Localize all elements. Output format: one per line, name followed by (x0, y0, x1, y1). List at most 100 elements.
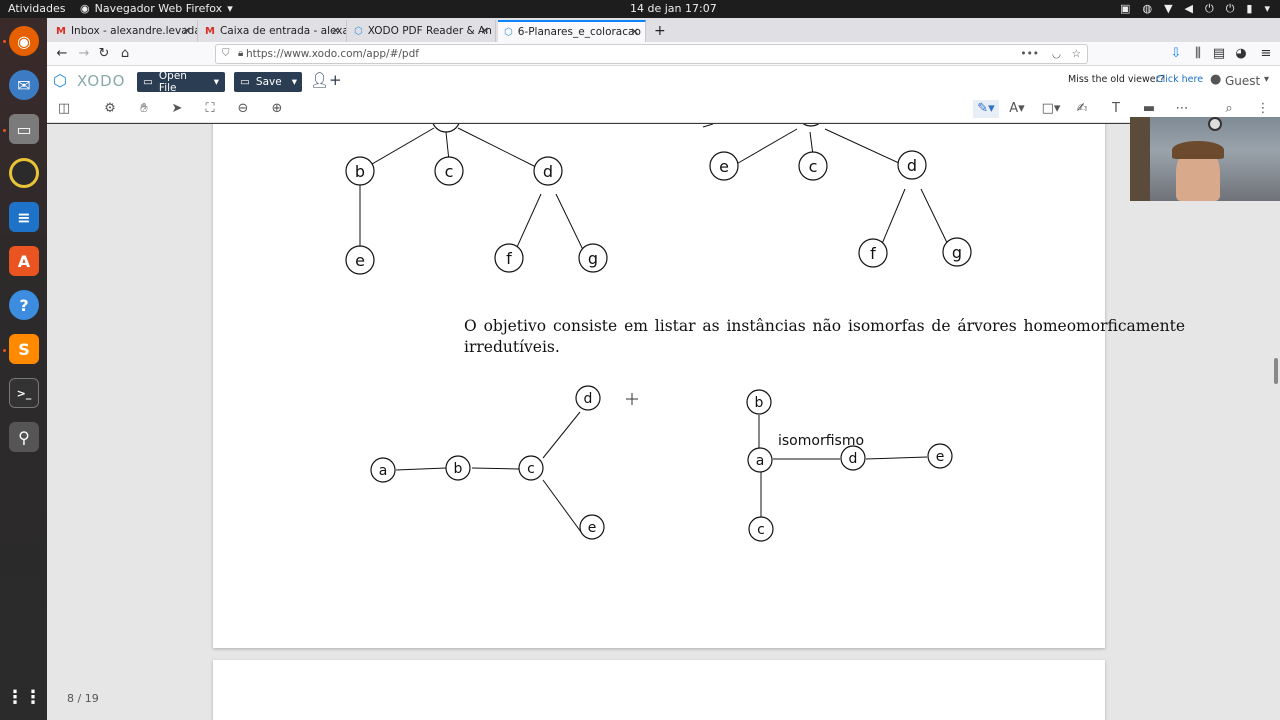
tree2-label-f: f (870, 244, 876, 263)
bookmark-star-icon[interactable]: ☆ (1072, 45, 1081, 63)
close-icon[interactable]: ✕ (481, 26, 489, 37)
graph2-label-e: e (936, 449, 945, 465)
comment-icon[interactable]: ▬ (1140, 100, 1158, 118)
add-user-icon[interactable]: 👤︎+ (310, 71, 342, 89)
new-tab-button[interactable]: + (648, 20, 670, 42)
pen-annotate-icon[interactable]: ✎▾ (973, 100, 999, 118)
running-indicator (3, 40, 6, 43)
webcam-hair (1172, 141, 1224, 159)
files-icon[interactable]: ▭ (9, 114, 39, 144)
volume-icon[interactable]: ◀ (1185, 2, 1193, 16)
close-icon[interactable]: ✕ (631, 27, 639, 38)
hand-pan-icon[interactable]: ✋︎ (135, 100, 153, 118)
account-icon[interactable]: ◕ (1232, 45, 1250, 63)
tab-xodo-reader[interactable]: ⬡ XODO PDF Reader & An ✕ (348, 20, 496, 42)
tab-caixa[interactable]: M Caixa de entrada - alexa ✕ (199, 20, 347, 42)
library-icon[interactable]: ⫼ (1189, 45, 1207, 63)
xodo-header: ⬡ XODO ▭ Open File ▾ ▭ Save ▾ 👤︎+ Miss t… (47, 66, 1280, 96)
guest-avatar-icon[interactable]: ● (1210, 72, 1221, 87)
click-here-link[interactable]: Click here (1156, 74, 1203, 85)
search-icon[interactable]: ⌕ (1220, 100, 1238, 118)
guest-menu[interactable]: Guest (1225, 74, 1260, 88)
rhythmbox-icon[interactable] (9, 158, 39, 188)
network-tray-icon[interactable]: ◍ (1142, 2, 1152, 16)
sublime-icon[interactable]: S (9, 334, 39, 364)
save-button[interactable]: ▭ Save ▾ (234, 72, 302, 92)
graph1-label-a: a (379, 463, 388, 479)
power-icon[interactable]: ⏻ (1205, 2, 1214, 16)
home-icon[interactable]: ⌂ (116, 45, 134, 63)
reload-icon[interactable]: ↻ (95, 45, 113, 63)
tree1-label-b: b (355, 162, 365, 181)
close-icon[interactable]: ✕ (332, 26, 340, 37)
chevron-down-icon[interactable]: ▾ (214, 76, 219, 88)
forward-arrow-icon[interactable]: → (75, 45, 93, 63)
activities-button[interactable]: Atividades (8, 2, 65, 15)
chevron-down-icon: ▾ (227, 2, 233, 15)
url-text: https://www.xodo.com/app/#/pdf (246, 48, 419, 60)
marquee-select-icon[interactable]: ⛶ (201, 100, 219, 118)
hamburger-menu-icon[interactable]: ≡ (1257, 45, 1275, 63)
software-center-icon[interactable]: A (9, 246, 39, 276)
usb-icon[interactable]: ⚲ (9, 422, 39, 452)
tree2-label-c: c (809, 157, 818, 176)
pocket-icon[interactable]: ◡ (1052, 45, 1061, 63)
more-icon[interactable]: ⋯ (1173, 100, 1191, 118)
running-indicator (3, 349, 6, 352)
back-arrow-icon[interactable]: ← (53, 45, 71, 63)
text-style-icon[interactable]: A▾ (1005, 100, 1029, 118)
terminal-icon[interactable]: >_ (9, 378, 39, 408)
select-pointer-icon[interactable]: ➤ (168, 100, 186, 118)
wifi-icon[interactable]: ▼ (1164, 2, 1172, 16)
firefox-icon[interactable]: ◉ (9, 26, 39, 56)
system-tray[interactable]: ▣ ◍ ▼ ◀ ⏻ ⏻ ▮ ▾ (1120, 2, 1270, 16)
xodo-icon: ⬡ (504, 26, 513, 38)
open-file-button[interactable]: ▭ Open File ▾ (137, 70, 225, 94)
download-icon[interactable]: ⇩ (1167, 45, 1185, 63)
nav-bar: ← → ↻ ⌂ ⛉ 🔒︎ https://www.xodo.com/app/#/… (47, 42, 1280, 66)
graph1-label-d: d (584, 391, 593, 407)
shape-icon[interactable]: □▾ (1039, 100, 1063, 118)
tree2-label-e: e (719, 157, 729, 176)
clock[interactable]: 14 de jan 17:07 (630, 2, 717, 15)
webcam-clock (1208, 117, 1222, 131)
apps-grid-icon[interactable]: ⋮⋮ (6, 682, 42, 712)
thunderbird-icon[interactable]: ✉ (9, 70, 39, 100)
chevron-down-icon[interactable]: ▾ (1264, 74, 1269, 85)
help-icon[interactable]: ? (9, 290, 39, 320)
chevron-down-icon[interactable]: ▾ (292, 76, 297, 88)
battery-icon[interactable]: ▮ (1246, 2, 1252, 16)
close-icon[interactable]: ✕ (183, 26, 191, 37)
pdf-viewer[interactable]: b c d e f g e c d f g a b c d e b a d e … (47, 124, 1280, 720)
graph2-label-c: c (757, 522, 765, 538)
tab-pdf-active[interactable]: ⬡ 6-Planares_e_coloracao ✕ (498, 20, 646, 42)
gmail-icon: M (56, 25, 66, 37)
url-bar[interactable]: ⛉ 🔒︎ https://www.xodo.com/app/#/pdf ••• … (215, 44, 1088, 64)
tab-label: 6-Planares_e_coloracao (517, 26, 641, 38)
menu-chevron-icon[interactable]: ▾ (1264, 2, 1270, 16)
pdf-page: b c d e f g e c d f g a b c d e b a d e … (213, 124, 1185, 648)
tab-label: Inbox - alexandre.levada (70, 25, 198, 37)
text-tool-icon[interactable]: T (1107, 100, 1125, 118)
signature-icon[interactable]: ✍ (1073, 100, 1091, 118)
page-actions-icon[interactable]: ••• (1020, 45, 1039, 63)
zoom-in-icon[interactable]: ⊕ (268, 100, 286, 118)
power-icon-2[interactable]: ⏻ (1226, 2, 1235, 16)
shield-icon[interactable]: ⛉ (222, 45, 230, 63)
tab-bar: M Inbox - alexandre.levada ✕ M Caixa de … (47, 18, 1280, 42)
xodo-icon: ⬡ (354, 25, 363, 37)
tab-inbox[interactable]: M Inbox - alexandre.levada ✕ (50, 20, 198, 42)
gmail-icon: M (205, 25, 215, 37)
zoom-out-icon[interactable]: ⊖ (234, 100, 252, 118)
scrollbar-thumb[interactable] (1274, 358, 1278, 384)
tree2-label-g: g (952, 243, 962, 262)
app-menu[interactable]: ◉ Navegador Web Firefox ▾ (80, 2, 233, 15)
kebab-menu-icon[interactable]: ⋮ (1254, 100, 1272, 118)
gear-icon[interactable]: ⚙ (101, 100, 119, 118)
lock-icon[interactable]: 🔒︎ (238, 45, 243, 63)
sidebar-toggle-icon[interactable]: ◫ (55, 100, 73, 118)
writer-icon[interactable]: ≡ (9, 202, 39, 232)
tree1-label-f: f (506, 249, 512, 268)
sidebar-icon[interactable]: ▤ (1210, 45, 1228, 63)
zoom-tray-icon[interactable]: ▣ (1120, 2, 1130, 16)
